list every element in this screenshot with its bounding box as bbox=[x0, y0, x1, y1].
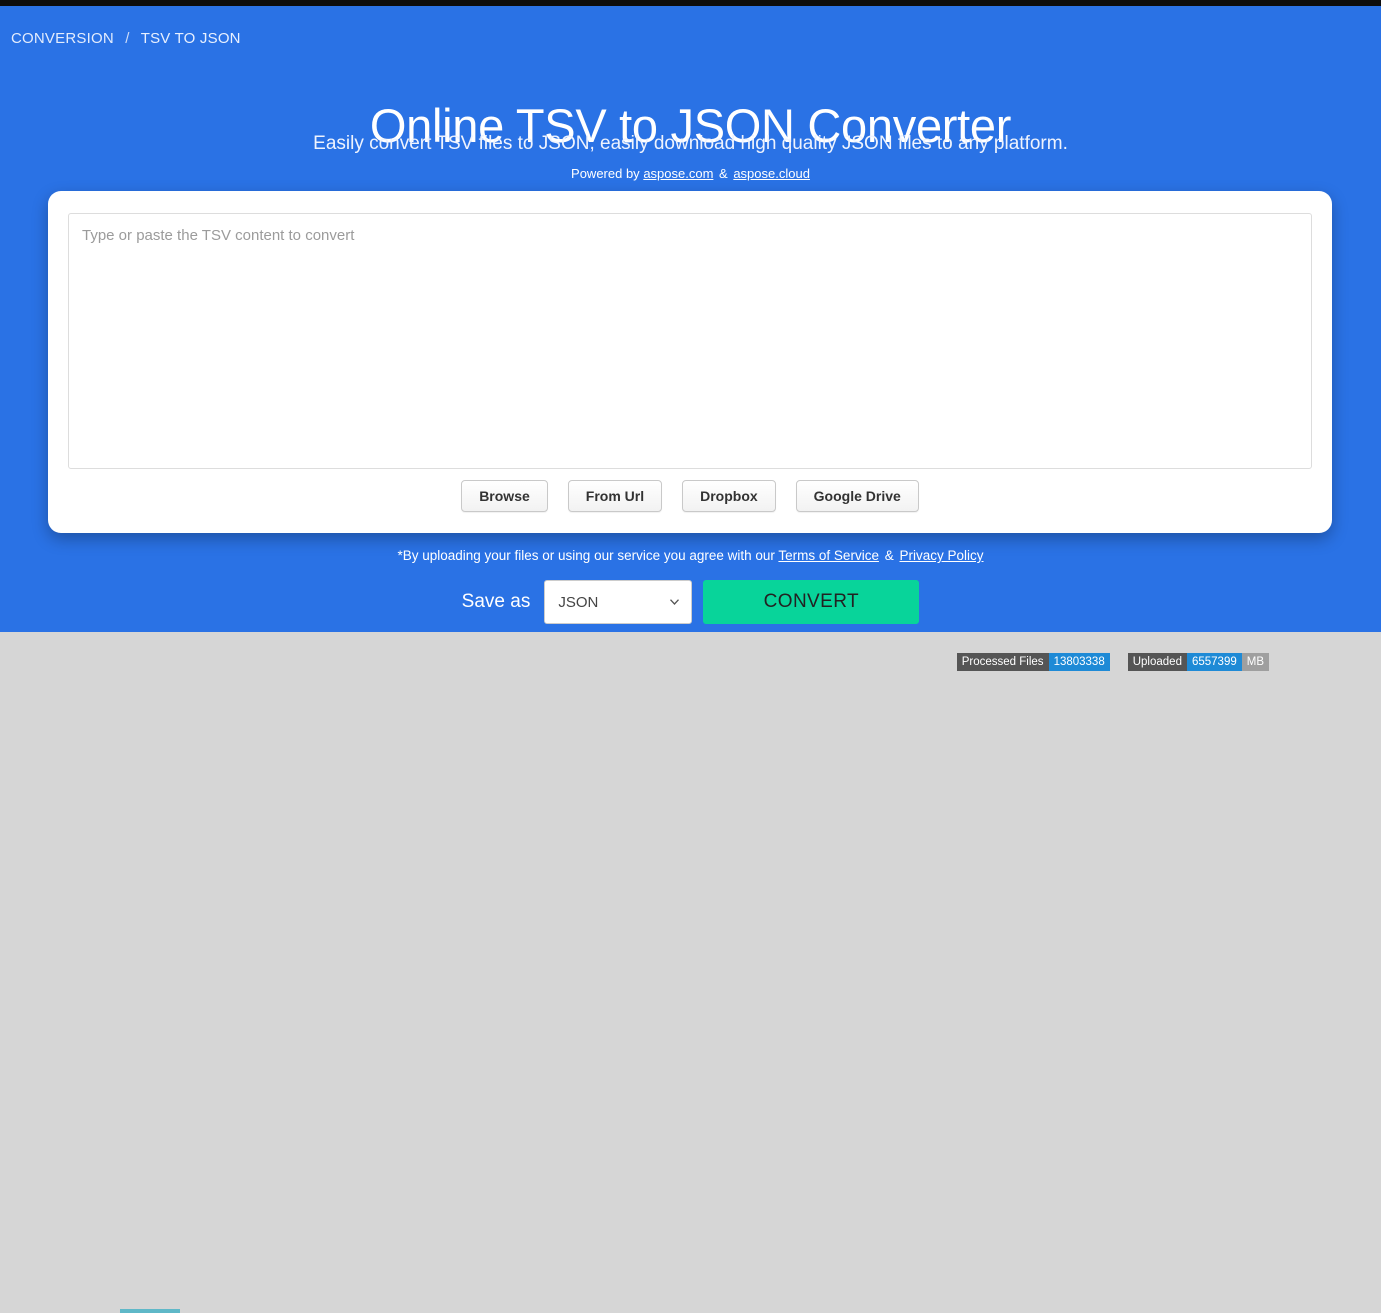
hero-section: CONVERSION / TSV TO JSON Online TSV to J… bbox=[0, 6, 1381, 632]
dropbox-button[interactable]: Dropbox bbox=[682, 480, 776, 512]
terms-notice-text: *By uploading your files or using our se… bbox=[397, 548, 775, 563]
uploaded-unit: MB bbox=[1241, 653, 1269, 671]
convert-button[interactable]: CONVERT bbox=[703, 580, 920, 624]
aspose-cloud-link[interactable]: aspose.cloud bbox=[733, 166, 810, 181]
save-as-label: Save as bbox=[461, 591, 531, 612]
browse-button[interactable]: Browse bbox=[461, 480, 548, 512]
tsv-content-textarea[interactable] bbox=[82, 227, 1298, 455]
stats-badges: Processed Files 13803338 Uploaded 655739… bbox=[956, 653, 1269, 671]
terms-ampersand: & bbox=[884, 548, 894, 563]
processed-files-badge: Processed Files 13803338 bbox=[956, 653, 1110, 671]
powered-by-line: Powered by aspose.com & aspose.cloud bbox=[0, 166, 1381, 181]
terms-of-service-link[interactable]: Terms of Service bbox=[778, 548, 879, 563]
breadcrumb-item-current: TSV TO JSON bbox=[140, 30, 241, 47]
uploaded-label: Uploaded bbox=[1127, 653, 1187, 671]
file-drop-area[interactable] bbox=[68, 213, 1312, 469]
source-buttons-row: Browse From Url Dropbox Google Drive bbox=[48, 480, 1332, 512]
page-subtitle: Easily convert TSV files to JSON, easily… bbox=[313, 133, 1068, 154]
uploaded-value: 6557399 bbox=[1186, 653, 1242, 671]
terms-notice: *By uploading your files or using our se… bbox=[0, 548, 1381, 563]
google-drive-button[interactable]: Google Drive bbox=[795, 480, 919, 512]
powered-by-label: Powered by bbox=[571, 166, 640, 181]
privacy-policy-link[interactable]: Privacy Policy bbox=[900, 548, 984, 563]
powered-ampersand: & bbox=[719, 166, 728, 181]
breadcrumb: CONVERSION / TSV TO JSON bbox=[11, 30, 241, 47]
footer: Processed Files 13803338 Uploaded 655739… bbox=[0, 632, 1381, 1313]
converter-card: Browse From Url Dropbox Google Drive bbox=[48, 191, 1332, 533]
breadcrumb-item-conversion[interactable]: CONVERSION bbox=[11, 30, 114, 47]
processed-files-value: 13803338 bbox=[1048, 653, 1110, 671]
breadcrumb-separator: / bbox=[125, 30, 130, 47]
save-as-row: Save as JSON CONVERT bbox=[0, 580, 1381, 624]
from-url-button[interactable]: From Url bbox=[567, 480, 663, 512]
footer-accent-bar bbox=[120, 1309, 180, 1313]
uploaded-badge: Uploaded 6557399 MB bbox=[1127, 653, 1269, 671]
aspose-com-link[interactable]: aspose.com bbox=[643, 166, 713, 181]
output-format-select[interactable]: JSON bbox=[544, 580, 693, 624]
processed-files-label: Processed Files bbox=[956, 653, 1049, 671]
format-select-wrapper: JSON bbox=[544, 580, 693, 624]
